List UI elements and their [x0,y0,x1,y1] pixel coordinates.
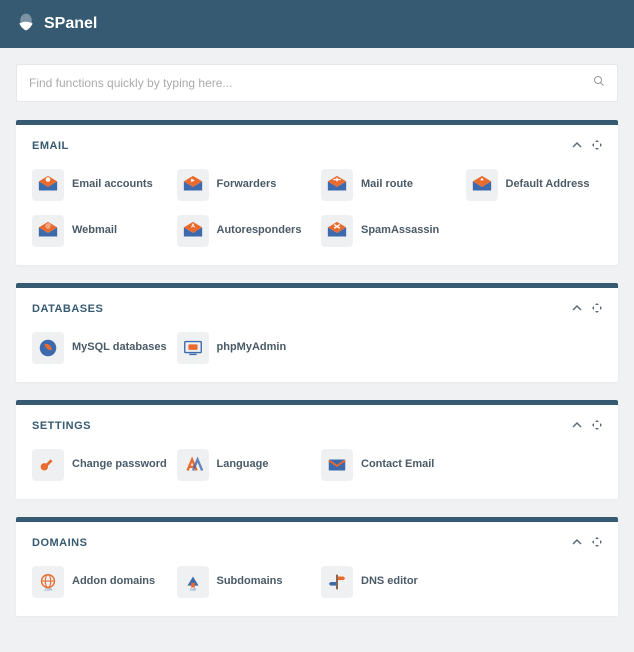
default-address-icon [466,169,498,201]
panel-title: EMAIL [32,140,572,152]
move-icon[interactable] [592,534,602,552]
autoresponders-icon: A [177,215,209,247]
phpmyadmin-icon [177,332,209,364]
tile-mysql-databases[interactable]: MySQL databases [32,332,169,364]
panel-title: DOMAINS [32,537,572,549]
tile-label: Autoresponders [217,224,302,238]
search-box[interactable] [16,64,618,102]
brand-name: SPanel [44,15,97,33]
collapse-icon[interactable] [572,417,582,435]
topbar: SPanel [0,0,634,48]
tile-label: Addon domains [72,575,155,589]
tile-change-password[interactable]: Change password [32,449,169,481]
email-accounts-icon [32,169,64,201]
move-icon[interactable] [592,300,602,318]
svg-text:A: A [191,223,195,229]
search-input[interactable] [29,76,593,90]
tile-dns-editor[interactable]: DNS editor [321,566,458,598]
panel-title: DATABASES [32,303,572,315]
panel-databases: DATABASES MySQL databases phpMyAdmin [16,283,618,382]
subdomain-icon: sub [177,566,209,598]
panel-body: MySQL databases phpMyAdmin [16,322,618,382]
collapse-icon[interactable] [572,300,582,318]
move-icon[interactable] [592,137,602,155]
svg-text:sub: sub [190,587,196,591]
webmail-icon: @ [32,215,64,247]
panel-body: .com Addon domains sub Subdomains DNS ed… [16,556,618,616]
svg-text:.com: .com [44,587,52,591]
tile-label: Webmail [72,224,117,238]
tile-label: phpMyAdmin [217,341,287,355]
tile-label: Subdomains [217,575,283,589]
spamassassin-icon [321,215,353,247]
panel-body: Email accounts Forwarders Mail route Def… [16,159,618,265]
panel-settings: SETTINGS Change password Language Contac… [16,400,618,499]
panel-title: SETTINGS [32,420,572,432]
key-icon [32,449,64,481]
tile-label: Default Address [506,178,590,192]
search-icon [593,74,605,92]
tile-addon-domains[interactable]: .com Addon domains [32,566,169,598]
panel-body: Change password Language Contact Email [16,439,618,499]
panel-email: EMAIL Email accounts Forwarders Mail rou… [16,120,618,265]
collapse-icon[interactable] [572,137,582,155]
language-icon [177,449,209,481]
signpost-icon [321,566,353,598]
tile-autoresponders[interactable]: A Autoresponders [177,215,314,247]
tile-label: Language [217,458,269,472]
panel-actions [572,137,602,155]
contact-email-icon [321,449,353,481]
tile-webmail[interactable]: @ Webmail [32,215,169,247]
mysql-icon [32,332,64,364]
tile-label: Mail route [361,178,413,192]
tile-subdomains[interactable]: sub Subdomains [177,566,314,598]
panel-actions [572,300,602,318]
tile-default-address[interactable]: Default Address [466,169,603,201]
tile-phpmyadmin[interactable]: phpMyAdmin [177,332,314,364]
content-area: EMAIL Email accounts Forwarders Mail rou… [0,48,634,650]
move-icon[interactable] [592,417,602,435]
collapse-icon[interactable] [572,534,582,552]
tile-label: DNS editor [361,575,418,589]
tile-label: MySQL databases [72,341,167,355]
tile-contact-email[interactable]: Contact Email [321,449,458,481]
tile-label: Forwarders [217,178,277,192]
panel-header: DOMAINS [16,522,618,556]
tile-mail-route[interactable]: Mail route [321,169,458,201]
panel-actions [572,534,602,552]
tile-language[interactable]: Language [177,449,314,481]
tile-email-accounts[interactable]: Email accounts [32,169,169,201]
panel-header: DATABASES [16,288,618,322]
panel-domains: DOMAINS .com Addon domains sub Subdomain… [16,517,618,616]
brand: SPanel [16,12,97,37]
brand-logo-icon [16,12,36,37]
tile-label: Contact Email [361,458,434,472]
globe-icon: .com [32,566,64,598]
tile-forwarders[interactable]: Forwarders [177,169,314,201]
panel-actions [572,417,602,435]
mail-route-icon [321,169,353,201]
panel-header: SETTINGS [16,405,618,439]
tile-label: Email accounts [72,178,153,192]
forwarders-icon [177,169,209,201]
tile-label: SpamAssassin [361,224,439,238]
panel-header: EMAIL [16,125,618,159]
tile-label: Change password [72,458,167,472]
tile-spamassassin[interactable]: SpamAssassin [321,215,458,247]
svg-text:@: @ [45,223,51,229]
